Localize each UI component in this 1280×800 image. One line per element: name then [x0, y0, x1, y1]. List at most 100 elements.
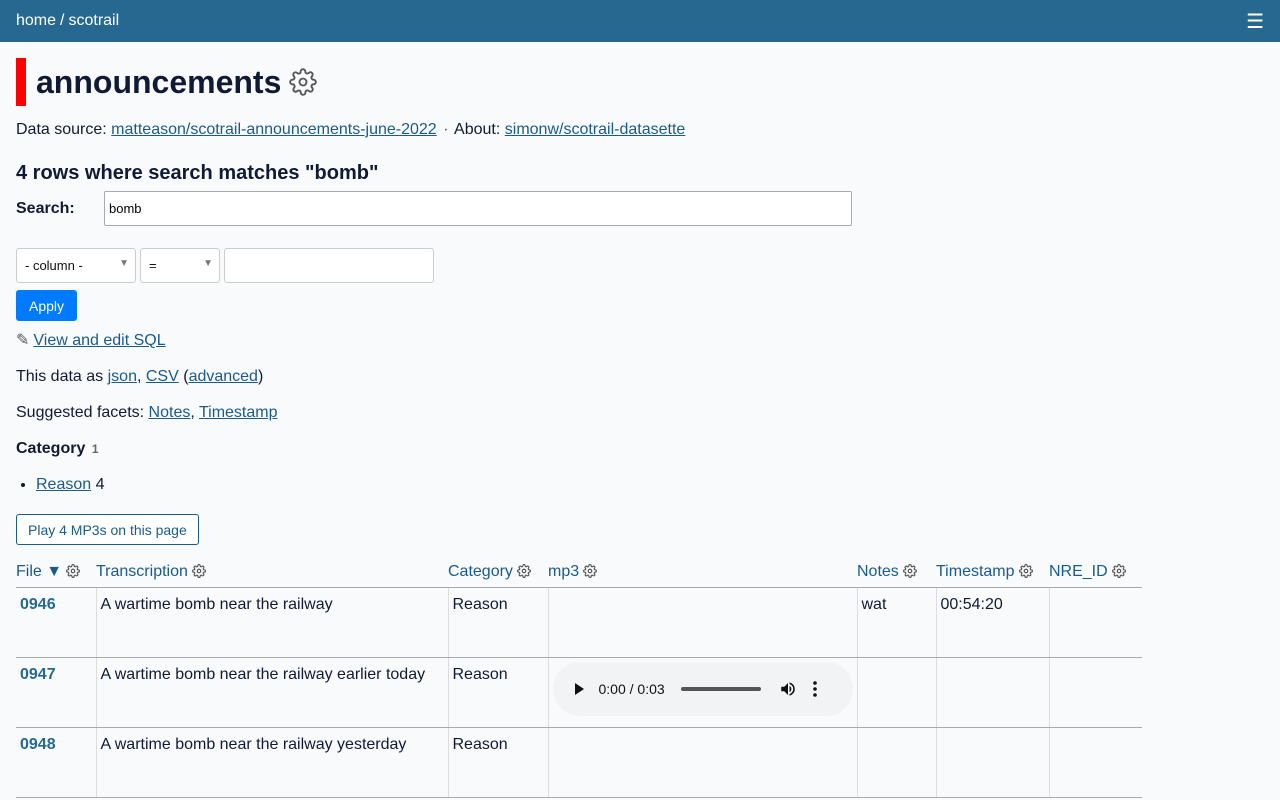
sort-link-mp3[interactable]: mp3 — [548, 563, 579, 580]
column-select[interactable]: - column - ▼ — [16, 248, 136, 283]
audio-progress-slider[interactable] — [680, 687, 761, 691]
suggested-facets-label: Suggested facets: — [16, 404, 145, 421]
cell-category: Reason — [448, 727, 549, 798]
sort-link-transcription[interactable]: Transcription — [96, 563, 188, 580]
column-select-value: - column - — [25, 258, 83, 273]
cell-timestamp: 00:54:20 — [936, 587, 1050, 658]
row-file-link[interactable]: 0947 — [20, 666, 56, 683]
source-link[interactable]: matteason/scotrail-announcements-june-20… — [111, 121, 437, 138]
facet-value-link[interactable]: Reason — [36, 476, 91, 493]
filter-row: - column - ▼ = ▼ — [16, 248, 1264, 283]
cell-notes — [857, 727, 937, 798]
column-header-notes: Notes — [857, 563, 936, 588]
sort-link-timestamp[interactable]: Timestamp — [936, 563, 1015, 580]
table-header-row: File ▼ Transcription Category mp3 Notes … — [16, 563, 1142, 588]
cell-nre-id — [1049, 587, 1142, 658]
more-options-icon[interactable] — [812, 681, 817, 697]
chevron-down-icon: ▼ — [119, 258, 129, 269]
facet-link-notes[interactable]: Notes — [149, 404, 191, 421]
view-sql-link[interactable]: View and edit SQL — [33, 332, 165, 349]
column-header-file: File ▼ — [16, 563, 96, 588]
column-header-nre-id: NRE_ID — [1049, 563, 1142, 588]
cell-mp3: 0:00 / 0:03 — [548, 657, 858, 728]
view-sql-line: ✎ View and edit SQL — [16, 331, 1264, 351]
column-header-timestamp: Timestamp — [936, 563, 1049, 588]
cell-notes — [857, 657, 937, 728]
sort-link-category[interactable]: Category — [448, 563, 513, 580]
export-close-paren: ) — [257, 368, 264, 385]
search-form: Search: — [16, 191, 1264, 226]
table-row: 0947 A wartime bomb near the railway ear… — [16, 657, 1142, 728]
facet-link-timestamp[interactable]: Timestamp — [199, 404, 278, 421]
column-gear-icon[interactable] — [1111, 564, 1126, 583]
filter-value-input[interactable] — [224, 248, 434, 283]
cell-nre-id — [1049, 727, 1142, 798]
cell-transcription: A wartime bomb near the railway earlier … — [96, 657, 449, 728]
source-label: Data source: — [16, 121, 107, 138]
audio-player: 0:00 / 0:03 — [552, 662, 853, 716]
sort-link-notes[interactable]: Notes — [857, 563, 899, 580]
facet-title: Category — [16, 440, 86, 457]
breadcrumb-db-link[interactable]: scotrail — [68, 12, 119, 29]
cell-file: 0948 — [16, 727, 97, 798]
cell-timestamp — [936, 727, 1050, 798]
column-gear-icon[interactable] — [191, 564, 206, 583]
volume-icon[interactable] — [779, 680, 797, 698]
category-facet-title: Category 1 — [16, 439, 1264, 459]
chevron-down-icon: ▼ — [203, 258, 213, 269]
results-heading: 4 rows where search matches "bomb" — [16, 162, 379, 184]
row-file-link[interactable]: 0946 — [20, 596, 56, 613]
sort-link-file[interactable]: File ▼ — [16, 563, 62, 580]
breadcrumb: home / scotrail — [16, 12, 119, 30]
column-header-mp3: mp3 — [548, 563, 857, 588]
cell-file: 0946 — [16, 587, 97, 658]
audio-time: 0:00 / 0:03 — [598, 681, 665, 697]
table-row: 0946 A wartime bomb near the railway Rea… — [16, 587, 1142, 658]
data-source-line: Data source: matteason/scotrail-announce… — [16, 120, 1264, 140]
sort-link-nre-id[interactable]: NRE_ID — [1049, 563, 1108, 580]
suggested-facets-line: Suggested facets: Notes, Timestamp — [16, 403, 1264, 423]
cell-notes: wat — [857, 587, 937, 658]
pencil-icon: ✎ — [16, 332, 30, 349]
cell-transcription: A wartime bomb near the railway — [96, 587, 449, 658]
column-gear-icon[interactable] — [516, 564, 531, 583]
operator-select[interactable]: = ▼ — [140, 248, 220, 283]
about-separator: · — [443, 121, 449, 138]
export-line: This data as json, CSV (advanced) — [16, 367, 1264, 387]
table-settings-gear-icon[interactable] — [289, 68, 318, 96]
page-header: announcements — [16, 58, 1264, 106]
column-gear-icon[interactable] — [66, 564, 81, 583]
export-advanced-link[interactable]: advanced — [189, 368, 258, 385]
play-mp3s-button[interactable]: Play 4 MP3s on this page — [16, 514, 199, 545]
cell-mp3 — [548, 587, 858, 658]
facet-value-count: 4 — [95, 476, 105, 493]
cell-category: Reason — [448, 657, 549, 728]
row-file-link[interactable]: 0948 — [20, 736, 56, 753]
about-link[interactable]: simonw/scotrail-datasette — [505, 121, 686, 138]
facet-count: 1 — [91, 442, 99, 456]
play-icon[interactable] — [571, 681, 587, 697]
cell-mp3 — [548, 727, 858, 798]
apply-button[interactable]: Apply — [16, 290, 77, 321]
page-title: announcements — [36, 63, 282, 100]
category-facet-list: Reason 4 — [16, 475, 1264, 495]
breadcrumb-home-link[interactable]: home — [16, 12, 56, 29]
menu-icon[interactable]: ☰ — [1246, 9, 1264, 34]
cell-transcription: A wartime bomb near the railway yesterda… — [96, 727, 449, 798]
column-gear-icon[interactable] — [1018, 564, 1033, 583]
breadcrumb-separator: / — [60, 12, 65, 29]
list-item: Reason 4 — [36, 475, 1264, 495]
search-input[interactable] — [104, 191, 852, 226]
export-csv-link[interactable]: CSV — [146, 368, 179, 385]
facet-comma: , — [190, 404, 195, 421]
export-prefix: This data as — [16, 368, 104, 385]
column-gear-icon[interactable] — [583, 564, 598, 583]
column-gear-icon[interactable] — [902, 564, 917, 583]
export-comma: , — [136, 368, 142, 385]
column-header-transcription: Transcription — [96, 563, 448, 588]
operator-select-value: = — [149, 258, 157, 273]
export-json-link[interactable]: json — [108, 368, 137, 385]
search-label: Search: — [16, 199, 75, 217]
top-navbar: home / scotrail ☰ — [0, 0, 1280, 42]
table-row: 0948 A wartime bomb near the railway yes… — [16, 727, 1142, 798]
